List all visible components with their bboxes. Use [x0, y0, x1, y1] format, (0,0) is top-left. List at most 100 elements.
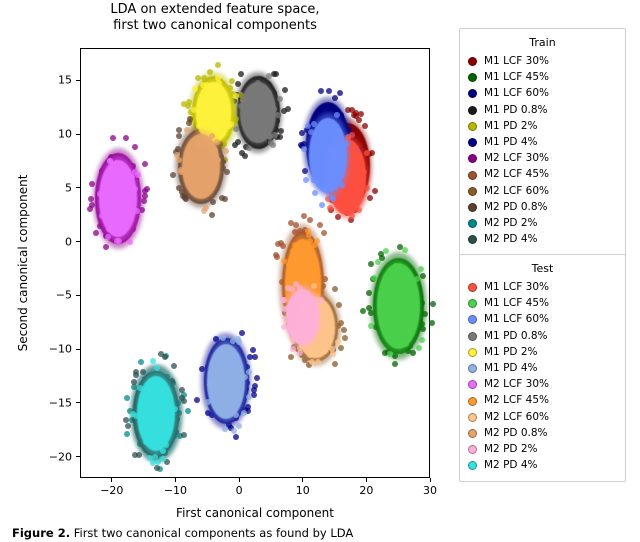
- legend-label: M1 PD 4%: [484, 361, 538, 376]
- scatter-point: [267, 134, 273, 140]
- legend-row: M1 PD 2%: [468, 345, 617, 360]
- scatter-point: [252, 354, 258, 360]
- scatter-point: [414, 276, 420, 282]
- x-axis-label: First canonical component: [80, 506, 430, 520]
- legend-swatch: [468, 299, 477, 308]
- scatter-point: [195, 75, 201, 81]
- x-tick-label: 0: [236, 484, 243, 497]
- scatter-point: [107, 158, 113, 164]
- legend-swatch: [468, 332, 477, 341]
- legend-swatch: [468, 106, 477, 115]
- top-spine: [80, 48, 430, 49]
- scatter-point: [317, 222, 323, 228]
- scatter-point: [266, 73, 272, 79]
- scatter-point: [176, 185, 182, 191]
- scatter-point: [123, 135, 129, 141]
- scatter-point: [254, 375, 260, 381]
- scatter-point: [336, 302, 342, 308]
- scatter-point: [322, 348, 328, 354]
- scatter-point: [315, 359, 321, 365]
- x-tick-label: 20: [359, 484, 373, 497]
- legend-row: M2 PD 2%: [468, 442, 617, 457]
- scatter-point: [232, 142, 238, 148]
- legend-row: M1 LCF 30%: [468, 54, 617, 69]
- scatter-point: [176, 157, 182, 163]
- legend-row: M2 LCF 30%: [468, 151, 617, 166]
- legend-row: M2 PD 2%: [468, 216, 617, 231]
- scatter-point: [144, 186, 150, 192]
- scatter-point: [305, 228, 311, 234]
- scatter-point: [246, 145, 252, 151]
- scatter-point: [339, 182, 345, 188]
- scatter-point: [309, 359, 315, 365]
- scatter-point: [171, 363, 177, 369]
- scatter-point: [307, 238, 313, 244]
- scatter-point: [150, 358, 156, 364]
- scatter-point: [307, 217, 313, 223]
- scatter-point: [271, 71, 277, 77]
- scatter-point: [308, 129, 314, 135]
- scatter-point: [210, 199, 216, 205]
- scatter-point: [364, 150, 370, 156]
- y-tick-label: 15: [42, 74, 72, 87]
- scatter-point: [209, 212, 215, 218]
- legend-swatch: [468, 122, 477, 131]
- scatter-point: [342, 335, 348, 341]
- scatter-point: [322, 276, 328, 282]
- scatter-point: [311, 121, 317, 127]
- scatter-point: [170, 172, 176, 178]
- legend-train: Train M1 LCF 30%M1 LCF 45%M1 LCF 60%M1 P…: [459, 28, 626, 256]
- scatter-point: [372, 188, 378, 194]
- scatter-point: [130, 411, 136, 417]
- scatter-point: [368, 261, 374, 267]
- caption-bold: Figure 2.: [12, 526, 70, 540]
- scatter-point: [131, 379, 137, 385]
- legend-row: M1 LCF 45%: [468, 296, 617, 311]
- scatter-point: [132, 186, 138, 192]
- legend-swatch: [468, 73, 477, 82]
- scatter-point: [366, 305, 372, 311]
- scatter-point: [420, 326, 426, 332]
- scatter-point: [367, 195, 373, 201]
- scatter-point: [172, 406, 178, 412]
- scatter-point: [212, 147, 218, 153]
- scatter-point: [207, 69, 213, 75]
- scatter-point: [312, 190, 318, 196]
- x-tick: [111, 478, 112, 482]
- scatter-point: [176, 133, 182, 139]
- scatter-point: [129, 174, 135, 180]
- scatter-point: [289, 286, 295, 292]
- legend-row: M1 LCF 45%: [468, 70, 617, 85]
- scatter-point: [288, 220, 294, 226]
- y-tick: [76, 134, 80, 135]
- scatter-point: [187, 116, 193, 122]
- x-tick: [430, 478, 431, 482]
- scatter-point: [419, 337, 425, 343]
- scatter-point: [215, 62, 221, 68]
- legend-label: M2 PD 2%: [484, 442, 538, 457]
- scatter-point: [418, 266, 424, 272]
- scatter-point: [375, 259, 381, 265]
- scatter-point: [251, 392, 257, 398]
- scatter-point: [236, 423, 242, 429]
- legend-label: M2 LCF 45%: [484, 167, 549, 182]
- scatter-point: [371, 275, 377, 281]
- scatter-point: [349, 132, 355, 138]
- y-tick: [76, 187, 80, 188]
- scatter-point: [403, 341, 409, 347]
- legend-row: M1 PD 2%: [468, 119, 617, 134]
- scatter-point: [270, 142, 276, 148]
- legend-label: M2 LCF 45%: [484, 393, 549, 408]
- scatter-point: [290, 346, 296, 352]
- scatter-point: [305, 123, 311, 129]
- scatter-point: [299, 130, 305, 136]
- scatter-point: [250, 347, 256, 353]
- scatter-point: [194, 397, 200, 403]
- scatter-point: [277, 134, 283, 140]
- legend-row: M1 LCF 60%: [468, 312, 617, 327]
- scatter-point: [311, 177, 317, 183]
- scatter-point: [282, 306, 288, 312]
- legend-row: M1 PD 0.8%: [468, 103, 617, 118]
- scatter-point: [184, 127, 190, 133]
- scatter-point: [105, 234, 111, 240]
